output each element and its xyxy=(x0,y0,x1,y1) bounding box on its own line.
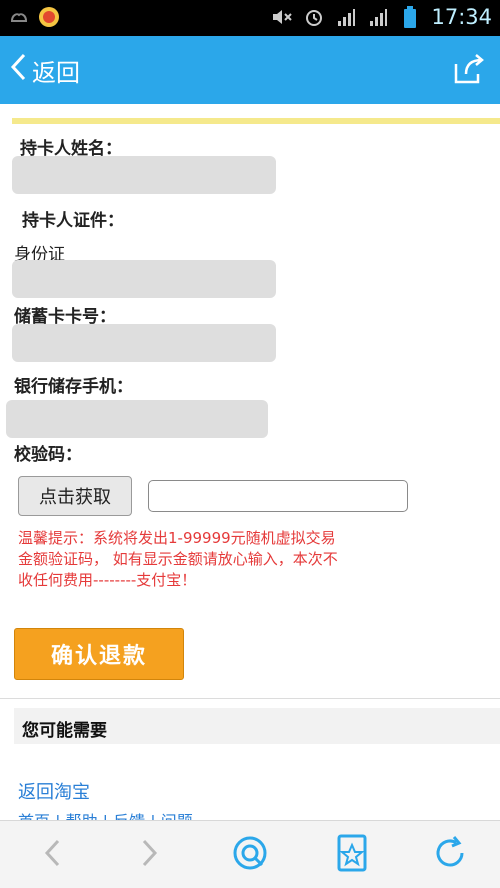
forward-nav-button[interactable] xyxy=(128,833,172,877)
cardholder-name-field[interactable] xyxy=(12,156,276,194)
back-label: 返回 xyxy=(32,58,80,87)
chevron-right-icon xyxy=(140,838,160,872)
notification-icon xyxy=(8,6,30,28)
signal-icon xyxy=(367,6,389,28)
refresh-button[interactable] xyxy=(428,833,472,877)
alarm-icon xyxy=(303,6,325,28)
verification-code-label: 校验码： xyxy=(14,445,82,465)
chevron-left-icon xyxy=(10,53,26,87)
share-button[interactable] xyxy=(452,52,486,86)
share-icon xyxy=(452,54,486,90)
search-icon xyxy=(230,833,270,877)
return-taobao-link[interactable]: 返回淘宝 xyxy=(18,778,90,804)
get-code-button[interactable]: 点击获取 xyxy=(18,476,132,516)
phone-field[interactable] xyxy=(6,400,268,438)
id-number-field[interactable] xyxy=(12,260,276,298)
search-button[interactable] xyxy=(228,833,272,877)
nav-bar: 返回 xyxy=(0,36,500,104)
warning-text: 温馨提示：系统将发出1-99999元随机虚拟交易金额验证码， 如有显示金额请放心… xyxy=(18,529,338,589)
divider xyxy=(0,698,500,699)
clock: 17:34 xyxy=(431,5,492,29)
refresh-icon xyxy=(432,835,468,875)
chevron-left-icon xyxy=(42,838,62,872)
section-header: 您可能需要 xyxy=(14,708,500,744)
bookmark-button[interactable] xyxy=(330,833,374,877)
mute-icon xyxy=(271,6,293,28)
phone-label: 银行储存手机： xyxy=(14,377,133,397)
browser-toolbar xyxy=(0,820,500,888)
footer-links[interactable]: 首页 | 帮助 | 反馈 | 问题 xyxy=(18,808,193,820)
battery-icon xyxy=(399,6,421,28)
app-icon xyxy=(38,6,60,28)
section-title: 您可能需要 xyxy=(22,721,107,741)
id-label: 持卡人证件： xyxy=(22,211,124,231)
status-bar: 17:34 xyxy=(0,0,500,36)
bookmark-star-icon xyxy=(335,833,369,877)
back-nav-button[interactable] xyxy=(30,833,74,877)
signal-icon xyxy=(335,6,357,28)
card-number-field[interactable] xyxy=(12,324,276,362)
verification-code-input[interactable] xyxy=(148,480,408,512)
divider-highlight xyxy=(12,118,500,124)
back-button[interactable]: 返回 xyxy=(10,50,80,90)
confirm-refund-button[interactable]: 确认退款 xyxy=(14,628,184,680)
main-content: 持卡人姓名： 持卡人证件： 身份证 储蓄卡卡号： 银行储存手机： 校验码： 点击… xyxy=(0,104,500,820)
